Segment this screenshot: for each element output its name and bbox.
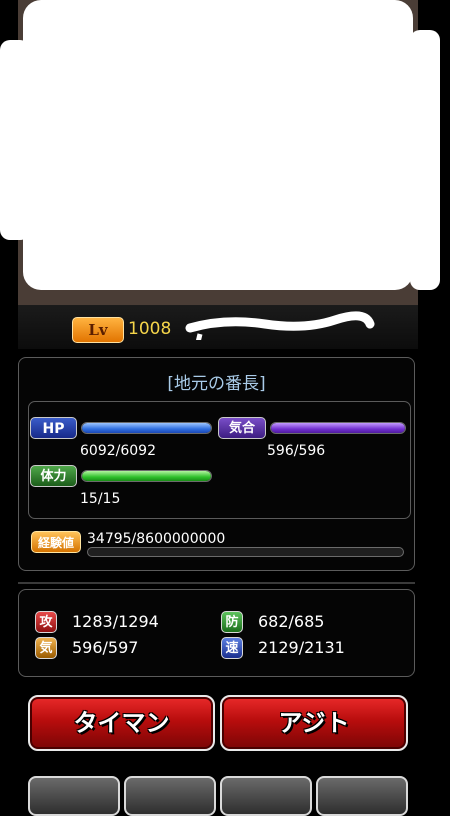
ki-gauge — [270, 422, 406, 434]
stamina-value: 15/15 — [80, 491, 121, 507]
exp-gauge — [87, 547, 404, 557]
stats-panel — [18, 589, 415, 677]
ki-label: 気合 — [218, 417, 266, 439]
redaction-scribble — [185, 311, 375, 340]
ki-stat-icon: 気 — [35, 637, 57, 659]
level-badge: Lv — [72, 317, 124, 343]
attack-value: 1283/1294 — [72, 612, 159, 631]
ajito-button[interactable]: アジト — [220, 695, 408, 751]
hp-gauge-fill — [82, 423, 211, 433]
taiman-button[interactable]: タイマン — [28, 695, 215, 751]
ki-gauge-fill — [271, 423, 405, 433]
stamina-gauge — [81, 470, 212, 482]
ki-stat-value: 596/597 — [72, 638, 139, 657]
divider — [18, 582, 415, 584]
attack-icon: 攻 — [35, 611, 57, 633]
level-value: 1008 — [128, 319, 172, 339]
defense-value: 682/685 — [258, 612, 325, 631]
exp-value: 34795/8600000000 — [87, 531, 226, 547]
redaction-overlay — [23, 0, 413, 290]
speed-icon: 速 — [221, 637, 243, 659]
hp-value: 6092/6092 — [80, 443, 156, 459]
menu-button-2[interactable] — [124, 776, 216, 816]
menu-button-1[interactable] — [28, 776, 120, 816]
stamina-label: 体力 — [30, 465, 77, 487]
redaction-overlay — [410, 30, 440, 290]
redaction-overlay — [0, 40, 30, 240]
defense-icon: 防 — [221, 611, 243, 633]
character-name: [地元の番長] — [167, 374, 266, 394]
hp-gauge — [81, 422, 212, 434]
character-portrait — [18, 0, 418, 305]
hp-label: HP — [30, 417, 77, 439]
ki-value: 596/596 — [267, 443, 326, 459]
exp-label: 経験値 — [31, 531, 81, 553]
menu-button-4[interactable] — [316, 776, 408, 816]
speed-value: 2129/2131 — [258, 638, 345, 657]
menu-button-3[interactable] — [220, 776, 312, 816]
stamina-gauge-fill — [82, 471, 211, 481]
